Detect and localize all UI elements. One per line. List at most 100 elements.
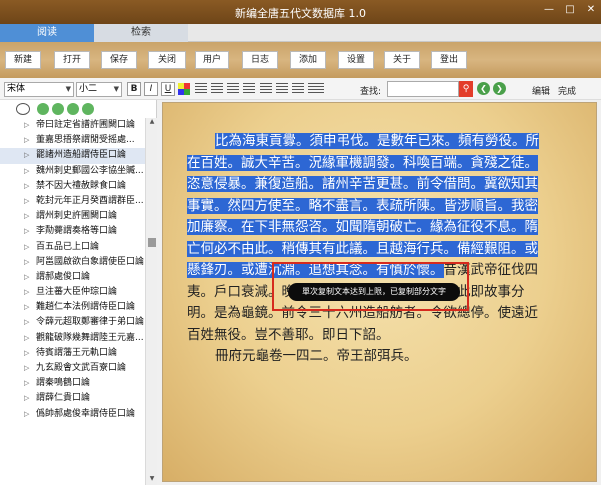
sidebar-item[interactable]: ▷ 罷諸州造船謂侍臣口論 [0,148,145,164]
sidebar-item[interactable]: ▷ 阿邕國啟欲白象謂使臣口論 [0,255,145,270]
tab-read[interactable]: 阅读 [0,24,94,42]
sidebar-scrollbar[interactable]: ▲ ▼ [145,118,157,485]
settings-button[interactable]: 设置 [338,51,374,69]
expand-icon[interactable]: ▷ [24,133,29,148]
add-button[interactable]: 添加 [290,51,326,69]
bold-button[interactable]: B [127,82,141,96]
add-icon[interactable] [82,103,94,115]
expand-icon[interactable]: ▷ [24,300,29,315]
sidebar-item[interactable]: ▷ 乾封元年正月癸酉謂群臣... [0,194,145,209]
sidebar-item[interactable]: ▷ 魏州刺史郵國公李協坐贓... [0,164,145,179]
prev-result-icon[interactable]: ❮ [477,82,490,95]
sidebar-item[interactable]: ▷ 禁不因大禮赦賕食口論 [0,179,145,194]
scroll-up-icon[interactable]: ▲ [146,118,158,128]
italic-button[interactable]: I [144,82,158,96]
window-title: 新编全唐五代文数据库 1.0 [235,7,366,20]
back-icon[interactable] [37,103,49,115]
sidebar-item[interactable]: ▷ 董嘉思捂祭謂閒受摇處... [0,133,145,148]
scroll-thumb[interactable] [148,238,156,247]
edit-link[interactable]: 编辑 [532,84,550,97]
sidebar-item-label: 旦注蕃大臣仲琮口論 [36,287,118,298]
expand-icon[interactable]: ▷ [24,209,29,224]
expand-icon[interactable]: ▷ [24,224,29,239]
sidebar-item-label: 乾封元年正月癸酉謂群臣... [36,195,144,206]
expand-icon[interactable]: ▷ [24,391,29,406]
expand-icon[interactable]: ▷ [24,331,29,346]
next-result-icon[interactable]: ❯ [493,82,506,95]
sidebar-item[interactable]: ▷ 旦注蕃大臣仲琮口論 [0,285,145,300]
sidebar-item-label: 待賓謂藩王元軌口論 [36,347,118,358]
list-style-icon[interactable] [308,83,324,95]
log-button[interactable]: 日志 [242,51,278,69]
expand-icon[interactable]: ▷ [24,285,29,300]
color-icon[interactable] [178,83,190,95]
minimize-icon[interactable]: — [543,4,555,16]
document-text[interactable]: 比為海東貢釁。須申弔伐。是數年已來。頻有勞役。所 在百姓。誠大辛苦。況緣軍機調發… [187,131,577,368]
sidebar-item-label: 謂州刺史許圃闕口論 [36,211,118,222]
logout-button[interactable]: 登出 [431,51,467,69]
expand-icon[interactable]: ▷ [24,361,29,376]
sidebar-item-label: 李勣薨謂奏格等口論 [36,226,118,237]
expand-icon[interactable]: ▷ [24,194,29,209]
expand-icon[interactable]: ▷ [24,240,29,255]
underline-button[interactable]: U [161,82,175,96]
scroll-down-icon[interactable]: ▼ [146,475,158,485]
search-input[interactable] [387,81,459,97]
sidebar-item[interactable]: ▷ 謂秦鳴鶴口論 [0,376,145,391]
expand-icon[interactable]: ▷ [24,179,29,194]
about-button[interactable]: 关于 [384,51,420,69]
close-icon[interactable]: ✕ [585,4,597,16]
text-line: 百姓無役。豈不善耶。即日下詔。 [187,326,390,343]
sidebar-item[interactable]: ▷ 謂州刺史許圃闕口論 [0,209,145,224]
new-button[interactable]: 新建 [5,51,41,69]
sidebar-item[interactable]: ▷ 令薛元超取鄭審律于弟口論 [0,315,145,330]
expand-icon[interactable]: ▷ [24,118,29,133]
sidebar-item[interactable]: ▷ 僞帥郝處俊幸謂侍臣口論 [0,407,145,422]
expand-icon[interactable]: ▷ [24,164,29,179]
sidebar-item[interactable]: ▷ 難趙仁本法例謂侍臣口論 [0,300,145,315]
open-button[interactable]: 打开 [54,51,90,69]
sidebar-item[interactable]: ▷ 帝曰註定省譜許圃闕口論 [0,118,145,133]
font-select[interactable]: 宋体 ▼ [4,82,74,97]
sidebar-item-label: 禁不因大禮赦賕食口論 [36,180,127,191]
menu-icon[interactable] [16,103,30,115]
expand-icon[interactable]: ▷ [24,346,29,361]
expand-icon[interactable]: ▷ [24,255,29,270]
text-line: 比為海東貢釁。須申弔伐。是數年已來。頻有勞役。所 [215,133,539,149]
sidebar-item[interactable]: ▷ 觀龍破隊幾舞謂陸王元嘉... [0,331,145,346]
expand-icon[interactable]: ▷ [24,376,29,391]
maximize-icon[interactable]: □ [564,4,576,16]
sidebar-item[interactable]: ▷ 待賓謂藩王元軌口論 [0,346,145,361]
align-right-icon[interactable] [227,83,239,95]
expand-icon[interactable]: ▷ [24,315,29,330]
sidebar-item[interactable]: ▷ 百五品已上口論 [0,240,145,255]
expand-icon[interactable]: ▷ [24,148,29,163]
bullet-list-icon[interactable] [292,83,304,95]
save-button[interactable]: 保存 [101,51,137,69]
forward-icon[interactable] [52,103,64,115]
sidebar-item-label: 董嘉思捂祭謂閒受摇處... [36,135,135,146]
sidebar: ▷ 帝曰註定省譜許圃闕口論 ▷ 董嘉思捂祭謂閒受摇處... ▷ 罷諸州造船謂侍臣口論 ▷ 魏州… [0,100,157,485]
close-button[interactable]: 关闭 [148,51,186,69]
expand-icon[interactable]: ▷ [24,270,29,285]
refresh-icon[interactable] [67,103,79,115]
sidebar-item[interactable]: ▷ 李勣薨謂奏格等口論 [0,224,145,239]
format-bar: 宋体 ▼ 小二 ▼ B I U 查找: ⚲ ❮ ❯ 编辑 完成 [0,78,601,100]
expand-icon[interactable]: ▷ [24,407,29,422]
align-left-icon[interactable] [195,83,207,95]
sidebar-item-label: 僞帥郝處俊幸謂侍臣口論 [36,408,136,419]
sidebar-item[interactable]: ▷ 謂薛仁貴口論 [0,391,145,406]
sidebar-item-label: 百五品已上口論 [36,241,100,252]
search-icon[interactable]: ⚲ [459,81,473,97]
align-center-icon[interactable] [211,83,223,95]
indent-icon[interactable] [260,83,272,95]
size-select[interactable]: 小二 ▼ [76,82,122,97]
sidebar-item[interactable]: ▷ 謂郝處俊口論 [0,270,145,285]
entry-list: ▷ 帝曰註定省譜許圃闕口論 ▷ 董嘉思捂祭謂閒受摇處... ▷ 罷諸州造船謂侍臣口論 ▷ 魏州… [0,118,145,485]
sidebar-item[interactable]: ▷ 九玄殿會文武百寮口論 [0,361,145,376]
outdent-icon[interactable] [276,83,288,95]
user-button[interactable]: 用户 [195,51,229,69]
done-link[interactable]: 完成 [558,84,576,97]
tab-search[interactable]: 检索 [94,24,188,42]
justify-icon[interactable] [243,83,255,95]
